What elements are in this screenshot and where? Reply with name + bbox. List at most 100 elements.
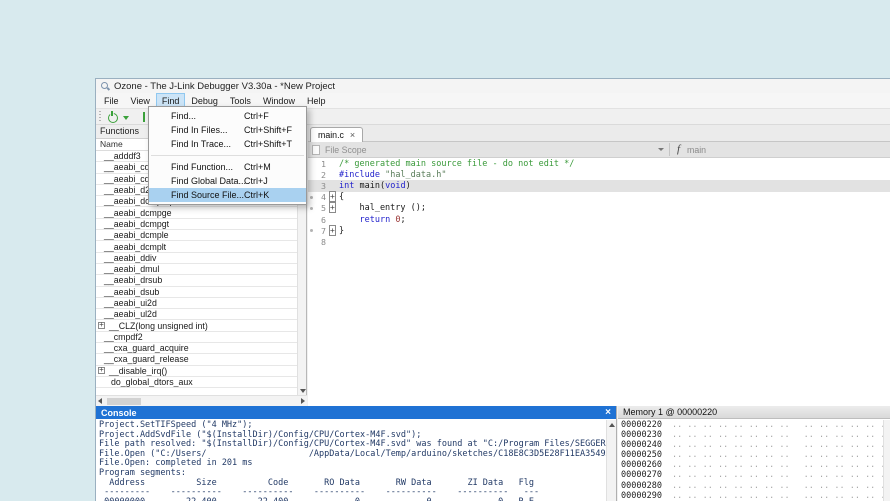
menu-file[interactable]: File bbox=[98, 93, 125, 108]
menu-item-find-global-data[interactable]: Find Global Data...Ctrl+J bbox=[149, 174, 306, 188]
code-area[interactable]: 1/* generated main source file - do not … bbox=[308, 158, 890, 406]
fold-gutter[interactable]: + bbox=[326, 226, 339, 236]
memory-address: 00000290 bbox=[621, 491, 662, 501]
chevron-down-icon[interactable] bbox=[658, 148, 664, 151]
memory-row[interactable]: 00000220.. .. .. .. .. .. .. .... .. .. … bbox=[621, 420, 883, 430]
memory-bytes: .. .. .. .. .. .. .. .. bbox=[804, 481, 883, 491]
expand-plus-icon[interactable]: + bbox=[98, 322, 105, 329]
code-line[interactable]: 6 return 0; bbox=[308, 214, 890, 225]
menu-item-find-in-trace[interactable]: Find In Trace...Ctrl+Shift+T bbox=[149, 137, 306, 151]
function-list-item[interactable]: __aeabi_ddiv bbox=[96, 253, 297, 264]
function-list-item[interactable]: __aeabi_dmul bbox=[96, 264, 297, 275]
menu-item-label: Find Global Data... bbox=[149, 176, 246, 186]
code-line[interactable]: 8 bbox=[308, 236, 890, 247]
toolbar-drag-handle[interactable] bbox=[99, 111, 101, 122]
function-list-item[interactable]: +__disable_irq() bbox=[96, 366, 297, 377]
bottom-panels: Console × Project.SetTIFSpeed ("4 MHz");… bbox=[96, 406, 890, 501]
function-list-item[interactable]: __aeabi_dcmpgt bbox=[96, 219, 297, 230]
file-scope-selector[interactable]: File Scope bbox=[325, 145, 367, 155]
scope-divider bbox=[669, 143, 670, 156]
code-segment: ; bbox=[400, 215, 405, 225]
menu-item-find[interactable]: Find...Ctrl+F bbox=[149, 109, 306, 123]
scroll-up-arrow-icon[interactable] bbox=[609, 423, 615, 427]
console-line: File path resolved: "$(InstallDir)/Confi… bbox=[99, 439, 606, 449]
function-list-item[interactable]: __aeabi_dsub bbox=[96, 287, 297, 298]
functions-horizontal-scrollbar[interactable] bbox=[96, 395, 307, 406]
memory-row[interactable]: 00000270.. .. .. .. .. .. .. .... .. .. … bbox=[621, 470, 883, 480]
tab-close-icon[interactable]: × bbox=[350, 131, 355, 140]
memory-bytes: .. .. .. .. .. .. .. .. bbox=[804, 430, 883, 440]
fold-plus-icon[interactable]: + bbox=[329, 191, 336, 202]
memory-row[interactable]: 00000260.. .. .. .. .. .. .. .... .. .. … bbox=[621, 460, 883, 470]
title-bar[interactable]: Ozone - The J-Link Debugger V3.30a - *Ne… bbox=[96, 79, 890, 93]
breakpoint-dot-icon[interactable] bbox=[310, 229, 313, 232]
function-list-item[interactable]: __cxa_guard_release bbox=[96, 354, 297, 365]
power-dropdown-caret-icon[interactable] bbox=[123, 116, 129, 120]
memory-bytes: .. .. .. .. .. .. .. .. bbox=[672, 440, 790, 450]
code-text: #include "hal_data.h" bbox=[339, 170, 447, 180]
memory-row[interactable]: 00000280.. .. .. .. .. .. .. .... .. .. … bbox=[621, 481, 883, 491]
memory-row[interactable]: 00000290.. .. .. .. .. .. .. .... .. .. … bbox=[621, 491, 883, 501]
menu-item-find-function[interactable]: Find Function...Ctrl+M bbox=[149, 160, 306, 174]
function-list-item[interactable]: __aeabi_dcmpge bbox=[96, 207, 297, 218]
desktop-background: Ozone - The J-Link Debugger V3.30a - *Ne… bbox=[0, 0, 890, 501]
function-list-item[interactable]: __aeabi_ui2d bbox=[96, 298, 297, 309]
tab-label: main.c bbox=[318, 130, 344, 140]
function-list-item[interactable]: __cxa_guard_acquire bbox=[96, 343, 297, 354]
function-name: __aeabi_dcmplt bbox=[104, 242, 166, 252]
code-line[interactable]: 3int main(void) bbox=[308, 180, 890, 191]
fold-plus-icon[interactable]: + bbox=[329, 225, 336, 236]
code-line[interactable]: 1/* generated main source file - do not … bbox=[308, 158, 890, 169]
code-line[interactable]: 2#include "hal_data.h" bbox=[308, 169, 890, 180]
function-list-item[interactable]: __aeabi_dcmplt bbox=[96, 241, 297, 252]
memory-vertical-scrollbar[interactable] bbox=[883, 420, 890, 501]
code-segment: #include bbox=[339, 170, 380, 180]
window-title: Ozone - The J-Link Debugger V3.30a - *Ne… bbox=[114, 81, 335, 92]
power-button-icon[interactable] bbox=[107, 112, 117, 122]
memory-bytes: .. .. .. .. .. .. .. .. bbox=[672, 460, 790, 470]
console-line: Address Size Code RO Data RW Data ZI Dat… bbox=[99, 478, 606, 488]
memory-row[interactable]: 00000250.. .. .. .. .. .. .. .... .. .. … bbox=[621, 450, 883, 460]
menu-item-find-source-file[interactable]: Find Source File...Ctrl+K bbox=[149, 188, 306, 202]
code-segment: hal_entry (); bbox=[339, 203, 426, 213]
tab-main-c[interactable]: main.c × bbox=[310, 127, 363, 142]
function-name: __adddf3 bbox=[104, 151, 141, 161]
scroll-right-arrow-icon[interactable] bbox=[301, 398, 305, 404]
function-scope-selector[interactable]: main bbox=[687, 145, 706, 155]
code-text: int main(void) bbox=[339, 181, 411, 191]
memory-hex-view[interactable]: 00000220.. .. .. .. .. .. .. .... .. .. … bbox=[618, 420, 883, 501]
breakpoint-dot-icon[interactable] bbox=[310, 196, 313, 199]
code-line[interactable]: 4+{ bbox=[308, 192, 890, 203]
memory-row[interactable]: 00000230.. .. .. .. .. .. .. .... .. .. … bbox=[621, 430, 883, 440]
code-line[interactable]: 5+ hal_entry (); bbox=[308, 203, 890, 214]
memory-bytes: .. .. .. .. .. .. .. .. bbox=[672, 450, 790, 460]
console-output[interactable]: Project.SetTIFSpeed ("4 MHz");Project.Ad… bbox=[96, 420, 606, 501]
fold-plus-icon[interactable]: + bbox=[329, 202, 336, 213]
code-segment: void bbox=[385, 181, 405, 191]
scroll-left-arrow-icon[interactable] bbox=[98, 398, 102, 404]
menu-item-shortcut: Ctrl+K bbox=[244, 190, 269, 200]
function-list-item[interactable]: __aeabi_drsub bbox=[96, 275, 297, 286]
code-line[interactable]: 7+} bbox=[308, 225, 890, 236]
expand-plus-icon[interactable]: + bbox=[98, 367, 105, 374]
breakpoint-dot-icon[interactable] bbox=[310, 207, 313, 210]
function-list-item[interactable]: __cmpdf2 bbox=[96, 332, 297, 343]
memory-address: 00000270 bbox=[621, 470, 662, 480]
menu-item-shortcut: Ctrl+J bbox=[244, 176, 268, 186]
fold-gutter[interactable]: + bbox=[326, 203, 339, 213]
fold-gutter[interactable]: + bbox=[326, 192, 339, 202]
console-close-icon[interactable]: × bbox=[605, 408, 611, 418]
menu-item-label: Find Source File... bbox=[149, 190, 244, 200]
code-segment: ) bbox=[406, 181, 411, 191]
menu-item-find-in-files[interactable]: Find In Files...Ctrl+Shift+F bbox=[149, 123, 306, 137]
scrollbar-thumb[interactable] bbox=[107, 398, 141, 405]
function-list-item[interactable]: __aeabi_dcmple bbox=[96, 230, 297, 241]
function-list-item[interactable]: __aeabi_ul2d bbox=[96, 309, 297, 320]
function-list-item[interactable]: +__CLZ(long unsigned int) bbox=[96, 320, 297, 331]
scroll-down-arrow-icon[interactable] bbox=[300, 389, 306, 393]
memory-row[interactable]: 00000240.. .. .. .. .. .. .. .... .. .. … bbox=[621, 440, 883, 450]
function-list-item[interactable]: do_global_dtors_aux bbox=[96, 377, 297, 388]
console-vertical-scrollbar[interactable] bbox=[606, 420, 616, 501]
memory-panel: Memory 1 @ 00000220 00000220.. .. .. .. … bbox=[618, 406, 890, 501]
memory-bytes: .. .. .. .. .. .. .. .. bbox=[804, 470, 883, 480]
